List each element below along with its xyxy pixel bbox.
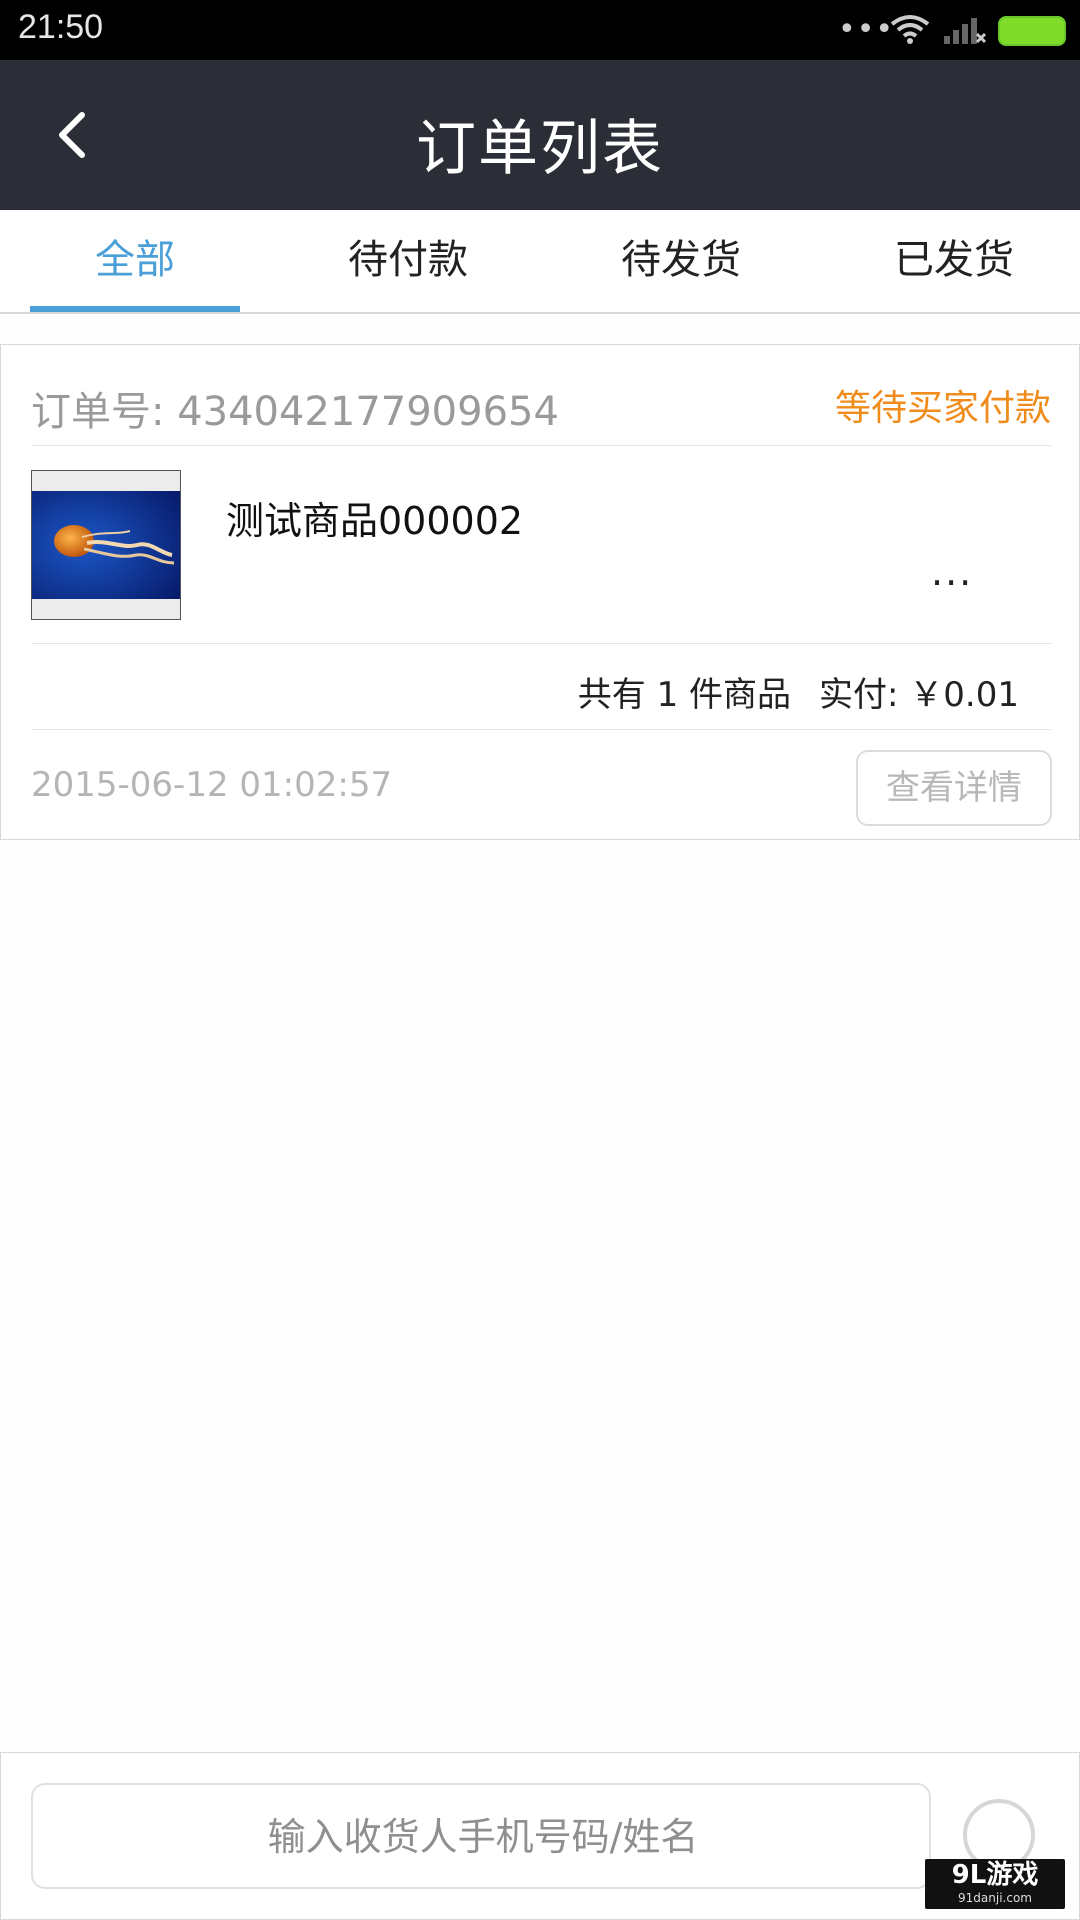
order-number: 订单号: 434042177909654	[31, 389, 559, 435]
active-tab-indicator	[30, 306, 240, 312]
jellyfish-image	[32, 471, 180, 619]
tab-label: 全部	[95, 237, 175, 283]
order-status: 等待买家付款	[834, 388, 1051, 429]
tab-label: 已发货	[894, 237, 1014, 283]
status-time: 21:50	[18, 8, 104, 46]
more-indicator: ...	[931, 550, 974, 594]
watermark-text: 9L游戏	[951, 1860, 1039, 1890]
product-name: 测试商品000002	[226, 499, 524, 543]
view-details-button[interactable]: 查看详情	[856, 750, 1052, 826]
search-input[interactable]	[33, 1785, 933, 1889]
tab-shipped[interactable]: 已发货	[849, 210, 1059, 312]
search-field-container[interactable]	[31, 1783, 933, 1889]
signal-icon	[944, 18, 986, 44]
search-bar: 9L游戏 91danji.com	[0, 1752, 1080, 1920]
paid-amount: 实付: ￥0.01	[819, 675, 1019, 715]
notification-dots: •••	[838, 12, 895, 47]
order-summary: 共有 1 件商品 实付: ￥0.01	[578, 667, 1019, 716]
watermark-url: 91danji.com	[958, 1891, 1032, 1905]
product-thumbnail[interactable]	[31, 470, 181, 620]
tab-all[interactable]: 全部	[30, 210, 240, 312]
order-card[interactable]: 订单号: 434042177909654 等待买家付款 测试商品000002 .…	[0, 344, 1080, 840]
status-bar: 21:50 •••	[0, 0, 1080, 60]
wifi-icon	[890, 15, 930, 44]
battery-icon	[998, 16, 1066, 46]
app-header: 订单列表	[0, 60, 1080, 210]
divider	[31, 729, 1051, 730]
order-tabs: 全部 待付款 待发货 已发货	[0, 210, 1080, 314]
divider	[31, 445, 1051, 446]
tab-pending-payment[interactable]: 待付款	[303, 210, 513, 312]
item-count: 共有 1 件商品	[577, 675, 792, 715]
page-title: 订单列表	[416, 114, 664, 184]
tab-pending-shipment[interactable]: 待发货	[576, 210, 786, 312]
divider	[31, 643, 1051, 644]
order-date: 2015-06-12 01:02:57	[31, 765, 393, 805]
tab-label: 待付款	[348, 237, 468, 283]
watermark-logo: 9L游戏 91danji.com	[925, 1859, 1065, 1909]
tab-label: 待发货	[621, 237, 741, 283]
